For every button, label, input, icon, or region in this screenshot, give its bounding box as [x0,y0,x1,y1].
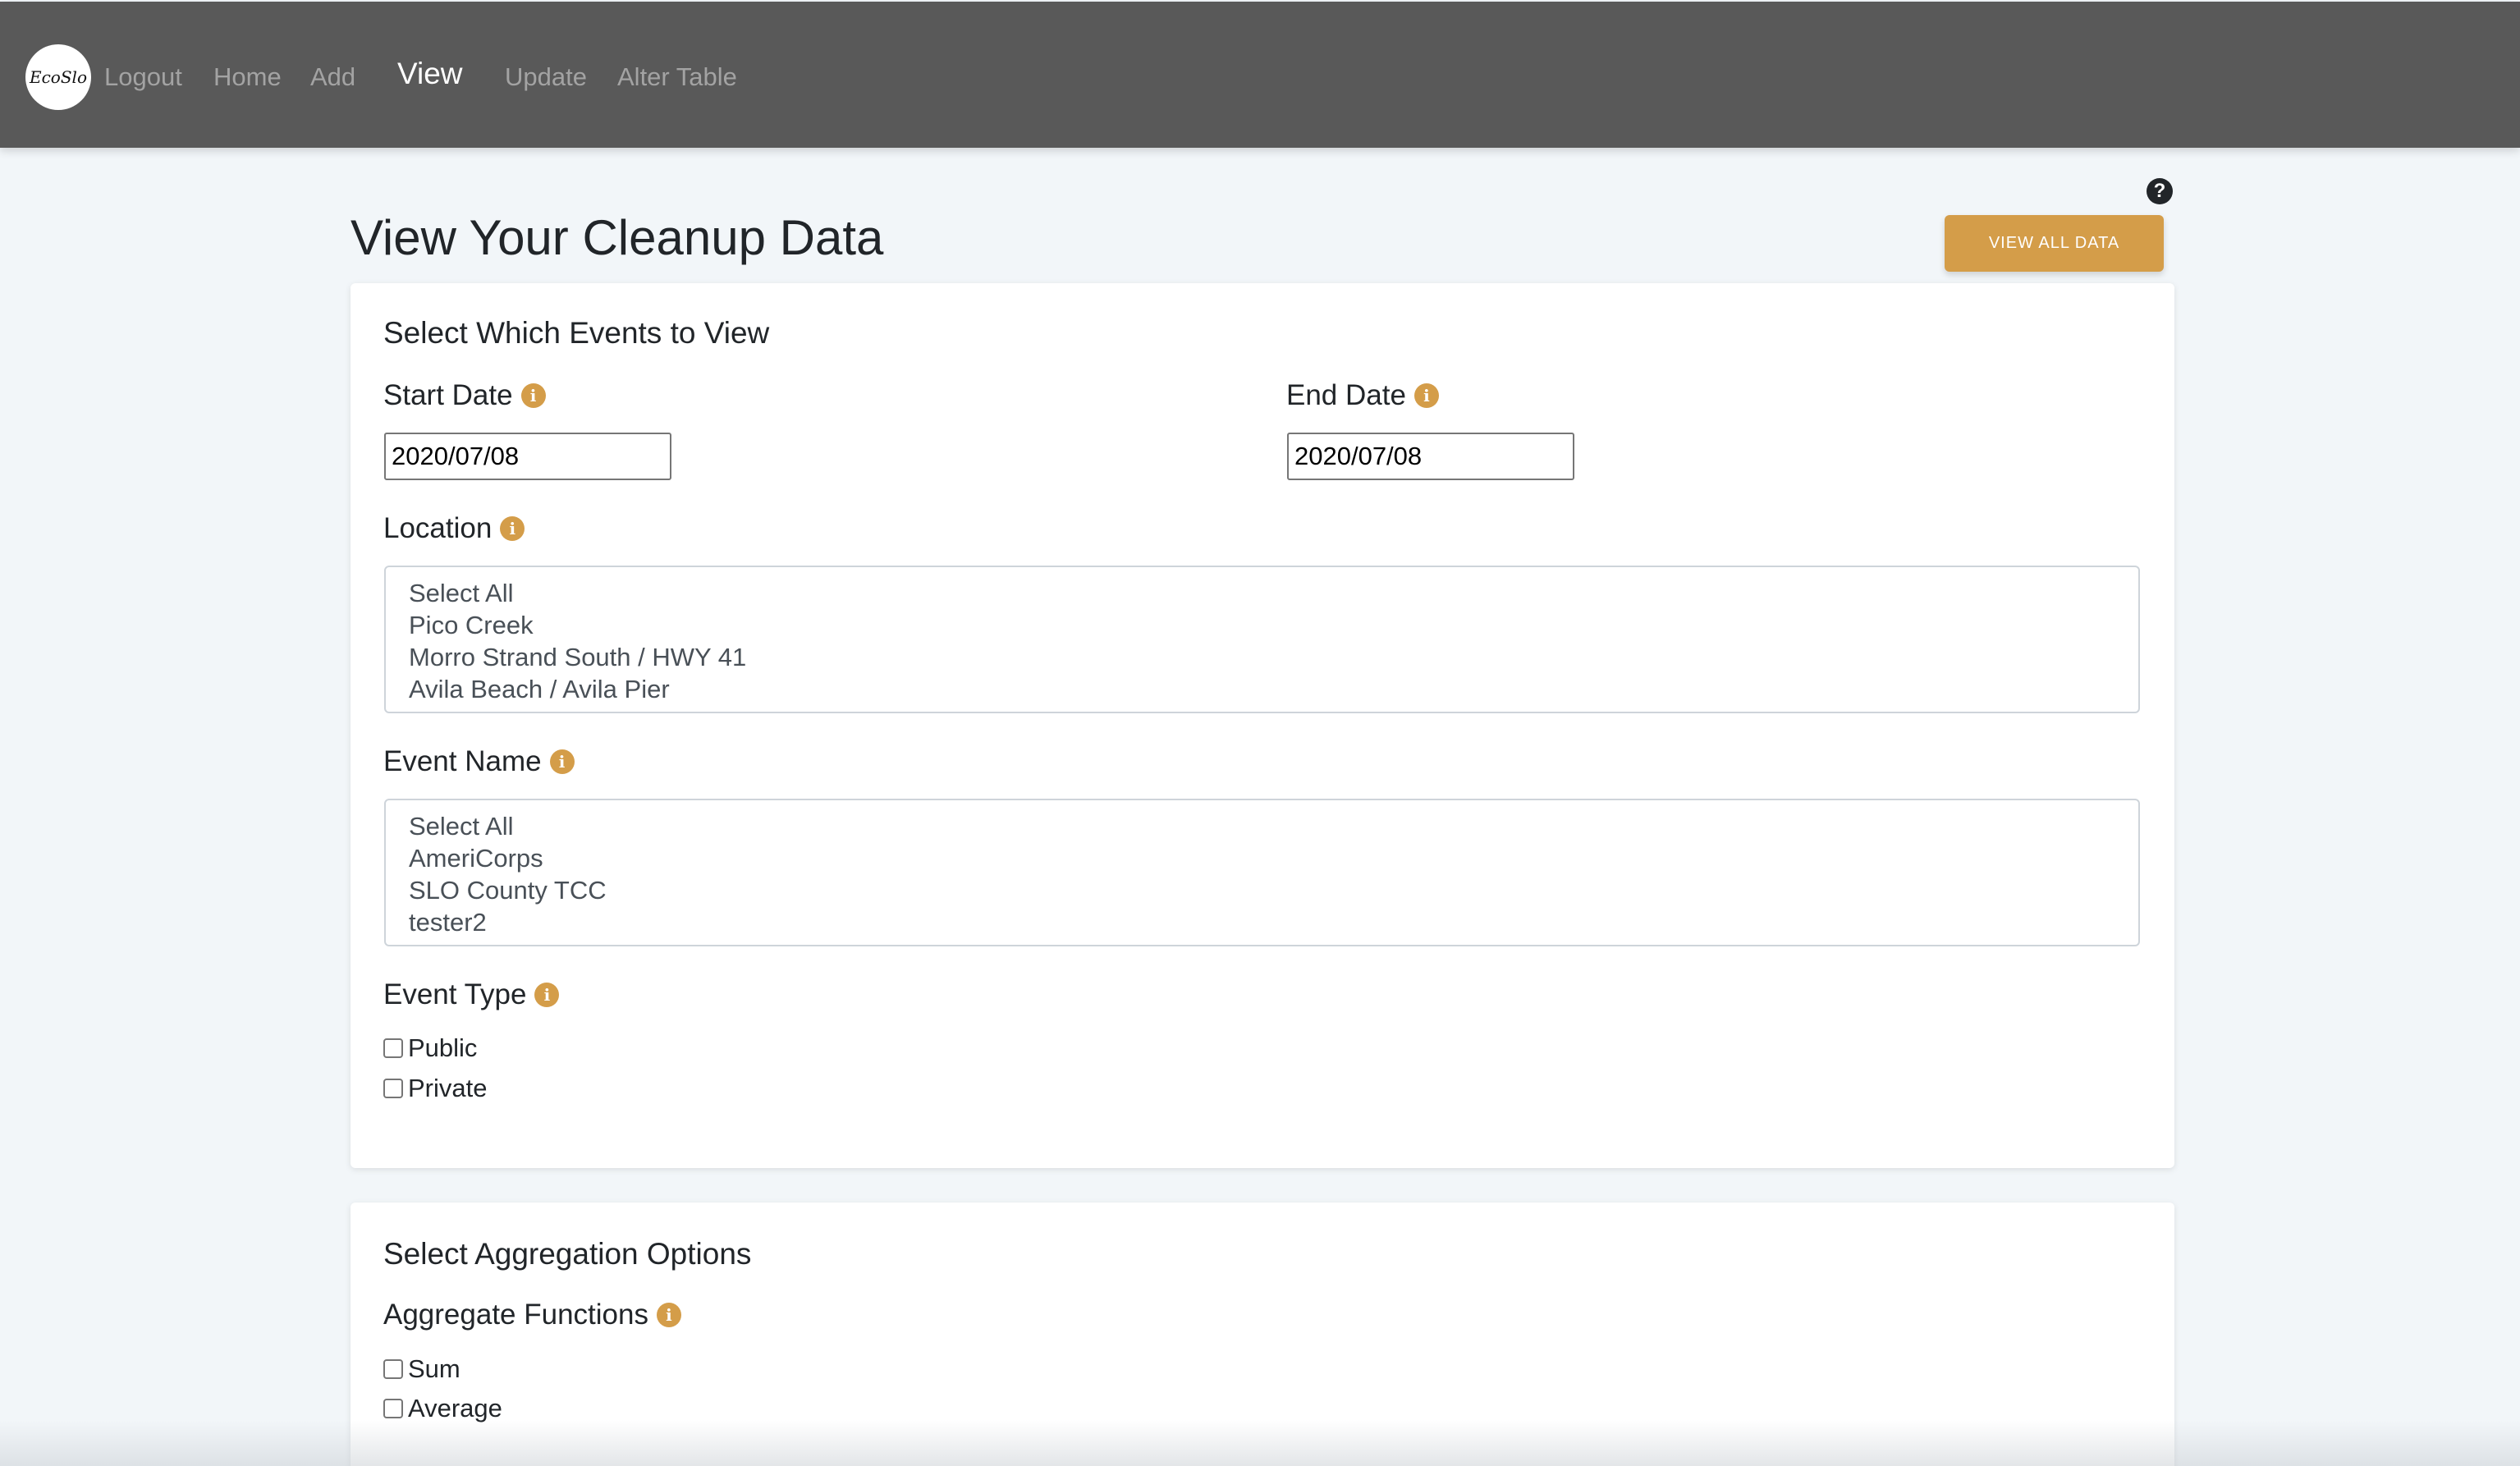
event-name-option[interactable]: Select All [409,810,2115,842]
events-heading: Select Which Events to View [383,316,770,350]
average-label: Average [408,1394,502,1422]
location-label: Location i [383,512,525,545]
aggregate-functions-label: Aggregate Functions i [383,1299,681,1331]
sum-label: Sum [408,1354,460,1383]
sum-checkbox[interactable]: Sum [383,1354,460,1384]
start-date-input[interactable]: 2020/07/08 [384,433,671,480]
location-option[interactable]: Morro Strand South / HWY 41 [409,641,2115,673]
end-date-label-text: End Date [1286,379,1406,411]
location-select[interactable]: Select All Pico Creek Morro Strand South… [384,566,2140,713]
nav-add[interactable]: Add [310,59,355,95]
question-circle-icon[interactable]: ? [2147,178,2173,204]
private-checkbox[interactable]: Private [383,1074,487,1103]
event-name-option[interactable]: tester2 [409,906,2115,938]
end-date-input[interactable]: 2020/07/08 [1287,433,1574,480]
private-label: Private [408,1074,488,1102]
events-card [351,283,2174,1168]
checkbox-box[interactable] [383,1079,403,1098]
start-date-label-text: Start Date [383,379,513,411]
aggregation-heading: Select Aggregation Options [383,1237,752,1271]
logo-text: EcoSlo [30,67,87,87]
info-icon[interactable]: i [500,516,525,541]
event-name-label-text: Event Name [383,745,542,777]
info-icon[interactable]: i [549,749,575,774]
location-option[interactable]: Pico Creek [409,609,2115,641]
event-name-select[interactable]: Select All AmeriCorps SLO County TCC tes… [384,799,2140,946]
nav-alter-table[interactable]: Alter Table [617,59,737,95]
view-all-data-button[interactable]: VIEW ALL DATA [1945,215,2164,272]
nav-logout[interactable]: Logout [104,59,182,95]
info-icon[interactable]: i [1413,383,1439,408]
start-date-label: Start Date i [383,379,546,412]
end-date-label: End Date i [1286,379,1439,412]
nav-home[interactable]: Home [213,59,282,95]
info-icon[interactable]: i [520,383,546,408]
event-name-option[interactable]: SLO County TCC [409,874,2115,906]
aggregate-functions-label-text: Aggregate Functions [383,1299,648,1331]
average-checkbox[interactable]: Average [383,1394,502,1423]
info-icon[interactable]: i [534,983,560,1007]
public-label: Public [408,1033,478,1062]
event-type-label-text: Event Type [383,978,527,1010]
checkbox-box[interactable] [383,1038,403,1058]
nav-view[interactable]: View [397,56,463,92]
page-title: View Your Cleanup Data [351,210,884,265]
public-checkbox[interactable]: Public [383,1033,477,1063]
location-option[interactable]: Select All [409,577,2115,609]
location-option[interactable]: Avila Beach / Avila Pier [409,673,2115,705]
nav-update[interactable]: Update [505,59,587,95]
event-name-label: Event Name i [383,745,575,778]
location-label-text: Location [383,512,493,544]
navbar: EcoSlo Logout Home Add View Update Alter… [0,2,2520,148]
event-type-label: Event Type i [383,978,560,1011]
logo[interactable]: EcoSlo [25,44,91,110]
checkbox-box[interactable] [383,1399,403,1418]
checkbox-box[interactable] [383,1359,403,1379]
location-option[interactable]: Montana De Oro - Sandspit [409,705,2115,712]
event-name-option[interactable]: Sea Cred Earth [409,938,2115,945]
event-name-option[interactable]: AmeriCorps [409,842,2115,874]
info-icon[interactable]: i [656,1303,681,1327]
